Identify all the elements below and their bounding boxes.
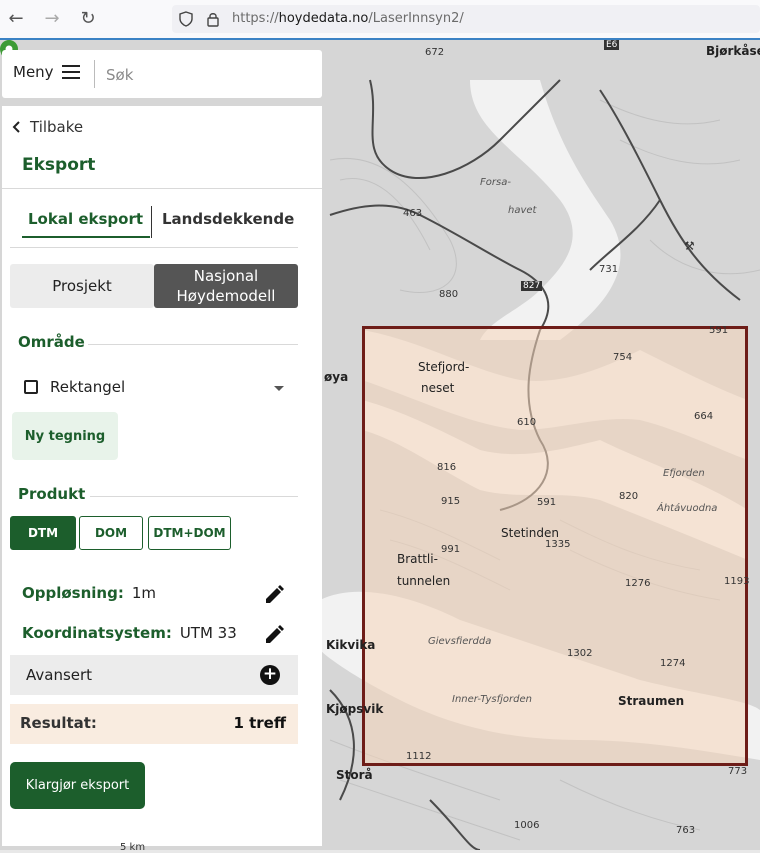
shield-icon — [179, 11, 193, 27]
product-dtm-dom-button[interactable]: DTM+DOM — [148, 516, 231, 550]
height-label: 880 — [439, 289, 459, 300]
height-label: 1193 — [724, 576, 750, 587]
height-label: 754 — [613, 352, 633, 363]
export-panel: Tilbake Eksport Lokal eksport Landsdekke… — [2, 106, 322, 846]
height-label: 591 — [709, 325, 729, 336]
resolution-value: 1m — [131, 584, 156, 602]
product-dom-button[interactable]: DOM — [79, 516, 143, 550]
tab-lokal-eksport[interactable]: Lokal eksport — [28, 210, 143, 228]
prepare-export-button[interactable]: Klargjør eksport — [10, 762, 145, 809]
caret-down-icon[interactable] — [274, 386, 284, 391]
place-label: øya — [324, 370, 349, 384]
height-label: 1276 — [625, 578, 651, 589]
place-label: Brattli- — [397, 552, 438, 566]
browser-toolbar: ← → ↻ https://hoydedata.no/LaserInnsyn2/ — [0, 0, 760, 39]
place-label: tunnelen — [397, 574, 451, 588]
height-label: 664 — [694, 411, 714, 422]
place-label: Kjøpsvik — [326, 702, 384, 716]
result-box: Resultat: 1 treff — [10, 704, 298, 744]
height-label: 915 — [441, 496, 461, 507]
shape-option-label: Rektangel — [50, 378, 126, 396]
segment-nasjonal-hoydemodell[interactable]: Nasjonal Høydemodell — [154, 264, 298, 308]
mine-icon: ⚒ — [684, 239, 695, 253]
water-label: Gievsfierdda — [428, 636, 492, 647]
lock-icon — [207, 13, 219, 27]
result-value: 1 treff — [233, 714, 286, 732]
scale-label: 5 km — [120, 842, 146, 853]
plus-circle-icon[interactable]: + — [260, 665, 280, 685]
edit-pencil-icon[interactable] — [264, 585, 284, 605]
divider — [90, 496, 298, 497]
height-label: 763 — [676, 825, 696, 836]
divider — [2, 188, 322, 189]
back-arrow-icon[interactable]: ← — [6, 9, 26, 29]
reload-icon[interactable]: ↻ — [78, 9, 98, 29]
crs-label: Koordinatsystem: — [22, 624, 172, 642]
hamburger-icon — [61, 65, 80, 79]
height-label: 1006 — [514, 820, 540, 831]
address-bar[interactable]: https://hoydedata.no/LaserInnsyn2/ — [172, 5, 760, 33]
page-title: Eksport — [22, 155, 96, 175]
menu-button[interactable]: Meny — [13, 63, 80, 81]
crs-value: UTM 33 — [179, 624, 237, 642]
height-label: 816 — [437, 462, 457, 473]
height-label: 610 — [517, 417, 537, 428]
url-text: https://hoydedata.no/LaserInnsyn2/ — [232, 11, 464, 26]
water-label: Áhtávuodna — [657, 503, 718, 514]
advanced-label: Avansert — [26, 666, 93, 684]
tab-landsdekkende[interactable]: Landsdekkende — [162, 210, 294, 228]
height-label: 991 — [441, 544, 461, 555]
height-label: 672 — [425, 47, 445, 58]
resolution-label: Oppløsning: — [22, 584, 124, 602]
place-label: Bjørkåsen — [706, 44, 760, 58]
menu-label: Meny — [13, 63, 54, 81]
place-label: Straumen — [618, 694, 685, 708]
section-omrade: Område — [18, 333, 85, 351]
water-label: havet — [508, 205, 537, 216]
water-label: Inner-Tysfjorden — [452, 694, 532, 705]
resolution-row: Oppløsning: 1m — [22, 584, 156, 602]
height-label: 773 — [728, 766, 748, 777]
shape-select[interactable]: Rektangel — [24, 378, 125, 396]
search-input[interactable] — [104, 62, 308, 88]
product-dtm-button[interactable]: DTM — [10, 516, 76, 550]
water-label: Efjorden — [663, 468, 705, 479]
divider — [88, 344, 298, 345]
checkbox-rektangel[interactable] — [24, 380, 38, 394]
back-label: Tilbake — [30, 118, 84, 136]
place-label: Kikvika — [326, 638, 376, 652]
chevron-left-icon — [12, 121, 20, 133]
search-bar: Meny — [2, 50, 322, 98]
tab-active-indicator — [22, 236, 150, 238]
result-label: Resultat: — [20, 714, 97, 732]
height-label: 463 — [403, 208, 423, 219]
height-label: 1302 — [567, 648, 593, 659]
height-label: 1112 — [406, 751, 432, 762]
place-label: Stetinden — [501, 526, 559, 540]
segment-prosjekt[interactable]: Prosjekt — [10, 264, 154, 308]
height-label: 820 — [619, 491, 639, 502]
road-sign: E6 — [604, 40, 620, 50]
back-link[interactable]: Tilbake — [12, 118, 83, 136]
divider — [94, 60, 95, 88]
water-label: Forsa- — [480, 177, 511, 188]
place-label: neset — [421, 381, 455, 395]
height-label: 591 — [537, 497, 557, 508]
tab-divider — [151, 206, 152, 238]
height-label: 731 — [599, 264, 619, 275]
height-label: 1274 — [660, 658, 686, 669]
section-produkt: Produkt — [18, 485, 86, 503]
height-label: 1335 — [545, 539, 571, 550]
forward-arrow-icon[interactable]: → — [42, 9, 62, 29]
advanced-section[interactable]: Avansert + — [10, 655, 298, 695]
place-label: Storå — [336, 768, 373, 782]
road-sign: 827 — [521, 281, 543, 291]
edit-pencil-icon[interactable] — [264, 625, 284, 645]
crs-row: Koordinatsystem: UTM 33 — [22, 624, 237, 642]
new-drawing-button[interactable]: Ny tegning — [12, 412, 118, 460]
divider — [10, 247, 298, 248]
place-label: Stefjord- — [418, 360, 470, 374]
